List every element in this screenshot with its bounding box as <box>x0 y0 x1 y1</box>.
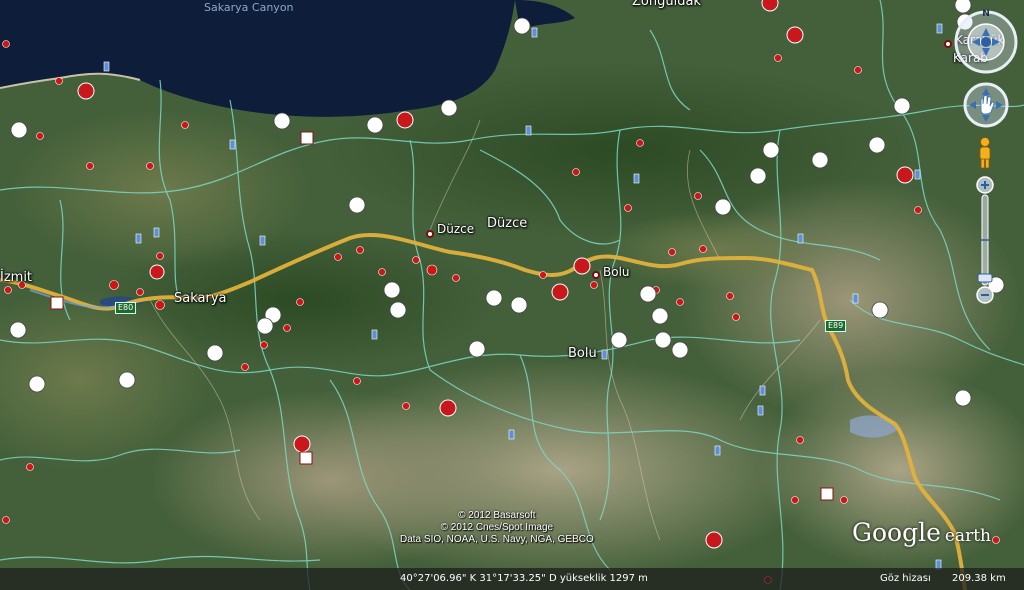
zoom-thumb <box>977 273 993 283</box>
logo-earth-text: earth <box>944 526 991 546</box>
imagery-credits: © 2012 Basarsoft © 2012 Cnes/Spot Image … <box>400 510 594 546</box>
pegman-icon[interactable] <box>975 136 995 170</box>
move-control[interactable] <box>963 82 1009 128</box>
logo-google-text: Google <box>852 518 941 547</box>
label-izmit[interactable]: İzmit <box>0 270 32 285</box>
map-view[interactable]: Sakarya Canyon İzmit Sakarya Düzce Düzce… <box>0 0 1024 590</box>
eye-icon <box>981 37 991 47</box>
label-bolu-region[interactable]: Bolu <box>568 346 597 361</box>
label-duzce-region[interactable]: Düzce <box>487 216 527 231</box>
eye-altitude-label: Göz hizası <box>880 573 931 584</box>
label-sakarya-canyon[interactable]: Sakarya Canyon <box>204 1 294 14</box>
credit-line-2: © 2012 Cnes/Spot Image <box>440 522 554 533</box>
label-zonguldak[interactable]: Zonguldak <box>632 0 701 9</box>
label-bolu-city[interactable]: Bolu <box>603 265 630 279</box>
cursor-coordinates: 40°27'06.96" K 31°17'33.25" D yükseklik … <box>400 573 648 584</box>
road-shield-e80: E80 <box>115 302 137 314</box>
eye-altitude-value: 209.38 km <box>952 573 1006 584</box>
credit-line-1: © 2012 Basarsoft <box>458 510 536 521</box>
zoom-slider[interactable] <box>975 175 995 305</box>
label-sakarya[interactable]: Sakarya <box>174 291 227 306</box>
google-earth-logo: Google earth <box>852 518 991 547</box>
status-bar: 40°27'06.96" K 31°17'33.25" D yükseklik … <box>0 568 1024 590</box>
city-pin-bolu[interactable] <box>592 271 600 279</box>
label-duzce-city[interactable]: Düzce <box>437 222 474 236</box>
compass-look-control[interactable]: N <box>950 2 1022 74</box>
credit-line-3: Data SIO, NOAA, U.S. Navy, NGA, GEBCO <box>400 534 594 545</box>
terrain-base[interactable] <box>0 0 1024 590</box>
road-shield-e89: E89 <box>825 320 847 332</box>
city-pin-duzce[interactable] <box>426 230 434 238</box>
compass-north-label: N <box>982 9 990 19</box>
